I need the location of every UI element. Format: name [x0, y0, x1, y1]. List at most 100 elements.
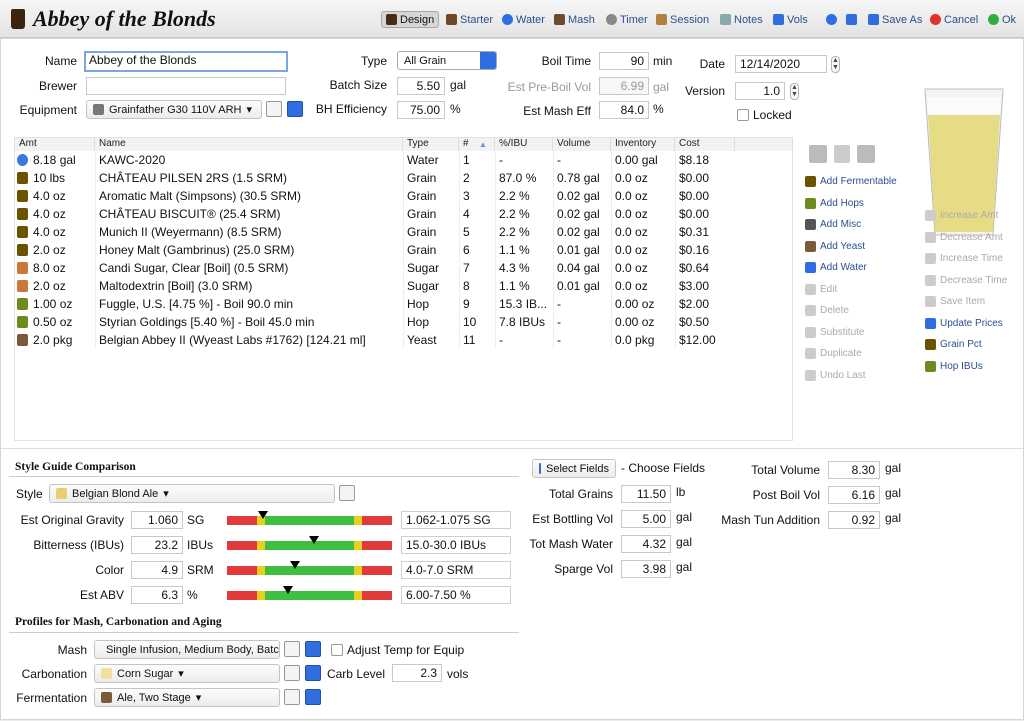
table-row[interactable]: 4.0 oz CHÂTEAU BISCUIT® (25.4 SRM) Grain 4 2… [15, 205, 735, 223]
ingredients-table[interactable]: Amt Name Type # %/IBU Volume Inventory Cost ▲ 8.1… [14, 137, 793, 441]
mash-profile-dropdown[interactable]: Single Infusion, Medium Body, Batch Spar… [94, 640, 280, 659]
toolbar-cancel-button[interactable]: Cancel [930, 11, 978, 28]
action-substitute[interactable]: Substitute [805, 326, 864, 338]
edit-equipment-icon[interactable] [266, 101, 282, 117]
clipboard-toolbar [809, 145, 875, 163]
table-cell-name-text: KAWC-2020 [99, 153, 166, 167]
action-add-yeast[interactable]: Add Yeast [805, 240, 865, 252]
table-row[interactable]: 2.0 oz Honey Malt (Gambrinus) (25.0 SRM) G… [15, 241, 735, 259]
table-row[interactable]: 2.0 oz Maltodextrin [Boil] (3.0 SRM) Sugar… [15, 277, 735, 295]
action-label: Hop IBUs [940, 360, 983, 372]
action-save-item[interactable]: Save Item [925, 296, 985, 307]
table-cell-name: CHÂTEAU PILSEN 2RS (1.5 SRM) [99, 171, 287, 185]
table-cell-name-text: Aromatic Malt (Simpsons) (30.5 SRM) [99, 189, 302, 203]
equipment-dropdown[interactable]: Grainfather G30 110V ARH ▾ [86, 100, 262, 119]
table-cell-num: 7 [463, 261, 470, 275]
action-hop-ibus[interactable]: Hop IBUs [925, 360, 983, 372]
action-add-hops[interactable]: Add Hops [805, 197, 864, 209]
edit-mash-icon[interactable] [284, 641, 300, 657]
style-dropdown[interactable]: Belgian Blond Ale ▾ [49, 484, 335, 503]
column-header[interactable]: Type [403, 138, 459, 151]
action-duplicate[interactable]: Duplicate [805, 348, 862, 359]
table-cell-num: 9 [463, 297, 470, 311]
select-fields-button[interactable]: Select Fields [532, 459, 616, 478]
action-add-water[interactable]: Add Water [805, 262, 867, 273]
cut-icon[interactable] [809, 145, 827, 163]
column-header[interactable]: Inventory [611, 138, 675, 151]
column-header[interactable]: # [459, 138, 495, 151]
action-edit[interactable]: Edit [805, 283, 837, 295]
date-stepper[interactable]: ▲ ▼ [831, 56, 840, 73]
action-decrease-time[interactable]: Decrease Time [925, 274, 1007, 286]
style-range-bar [227, 586, 392, 600]
table-row[interactable]: 0.50 oz Styrian Goldings [5.40 %] - Boil … [15, 313, 735, 331]
toolbar-help-button[interactable] [826, 11, 837, 28]
table-cell-cost: $2.00 [679, 297, 709, 311]
table-cell-type-text: Sugar [407, 261, 440, 275]
action-add-fermentable[interactable]: Add Fermentable [805, 176, 897, 187]
table-row[interactable]: 4.0 oz Aromatic Malt (Simpsons) (30.5 SRM… [15, 187, 735, 205]
bh-efficiency-input[interactable]: 75.00 [397, 101, 445, 119]
action-update-prices[interactable]: Update Prices [925, 317, 1003, 329]
action-delete[interactable]: Delete [805, 305, 849, 316]
action-label: Increase Time [940, 253, 1003, 264]
table-cell-amt: 10 lbs [17, 171, 65, 185]
toolbar-save-button[interactable] [846, 11, 857, 28]
table-row[interactable]: 8.18 gal KAWC-2020 Water 1 - - 0.00 gal $8.18 [15, 151, 735, 169]
column-header[interactable]: Cost [675, 138, 735, 151]
save-mash-icon[interactable] [305, 641, 321, 657]
toolbar-vols-button[interactable]: Vols [773, 11, 808, 28]
table-cell-type-text: Sugar [407, 279, 440, 293]
table-row[interactable]: 2.0 pkg Belgian Abbey II (Wyeast Labs #17… [15, 331, 735, 349]
toolbar-session-button[interactable]: Session [656, 11, 709, 28]
toolbar-notes-button[interactable]: Notes [720, 11, 763, 28]
locked-checkbox[interactable] [737, 109, 749, 121]
action-increase-time[interactable]: Increase Time [925, 253, 1003, 264]
action-grain-pct[interactable]: Grain Pct [925, 339, 982, 350]
version-stepper[interactable]: ▲ ▼ [790, 83, 799, 100]
save-fermentation-icon[interactable] [305, 689, 321, 705]
column-header[interactable]: %/IBU [495, 138, 553, 151]
version-label: Version [684, 84, 725, 98]
table-row[interactable]: 10 lbs CHÂTEAU PILSEN 2RS (1.5 SRM) Grain 2… [15, 169, 735, 187]
name-input[interactable]: Abbey of the Blonds [84, 51, 288, 72]
batch-size-input[interactable]: 5.50 [397, 77, 445, 95]
toolbar-design-button[interactable]: Design [381, 11, 440, 28]
copy-icon[interactable] [834, 145, 850, 163]
date-input[interactable]: 12/14/2020 [735, 55, 827, 73]
toolbar-starter-button[interactable]: Starter [446, 11, 493, 28]
action-decrease-amt[interactable]: Decrease Amt [925, 231, 1003, 243]
column-header[interactable]: Name [95, 138, 403, 151]
paste-icon[interactable] [857, 145, 875, 163]
type-dropdown[interactable]: All Grain [397, 51, 497, 70]
boil-time-input[interactable]: 90 [599, 52, 649, 70]
version-input[interactable]: 1.0 [735, 82, 785, 100]
action-add-misc[interactable]: Add Misc [805, 219, 861, 230]
toolbar-timer-button[interactable]: Timer [606, 11, 648, 28]
table-row[interactable]: 4.0 oz Munich II (Weyermann) (8.5 SRM) Gra… [15, 223, 735, 241]
column-header[interactable]: Amt [15, 138, 95, 151]
table-row[interactable]: 1.00 oz Fuggle, U.S. [4.75 %] - Boil 90.0… [15, 295, 735, 313]
adjust-temp-checkbox[interactable] [331, 644, 343, 656]
action-increase-amt[interactable]: Increase Amt [925, 210, 998, 221]
toolbar-saveas-button[interactable]: Save As [868, 11, 922, 28]
edit-fermentation-icon[interactable] [284, 689, 300, 705]
column-header[interactable]: Volume [553, 138, 611, 151]
field-value: 0.92 [828, 511, 880, 529]
carbonation-dropdown[interactable]: Corn Sugar ▾ [94, 664, 280, 683]
table-row[interactable]: 8.0 oz Candi Sugar, Clear [Boil] (0.5 SRM… [15, 259, 735, 277]
toolbar-water-button[interactable]: Water [502, 11, 545, 28]
toolbar-vols-label: Vols [787, 13, 808, 26]
edit-style-icon[interactable] [339, 485, 355, 501]
brewer-input[interactable] [86, 77, 286, 95]
edit-carbonation-icon[interactable] [284, 665, 300, 681]
fermentation-dropdown[interactable]: Ale, Two Stage ▾ [94, 688, 280, 707]
field-value: 3.98 [621, 560, 671, 578]
toolbar-ok-button[interactable]: Ok [988, 11, 1016, 28]
table-cell-inv: 0.00 oz [615, 297, 654, 311]
save-carbonation-icon[interactable] [305, 665, 321, 681]
carb-level-input[interactable]: 2.3 [392, 664, 442, 682]
recipe-title: Abbey of the Blonds [33, 6, 216, 31]
action-undo-last[interactable]: Undo Last [805, 369, 866, 381]
toolbar-mash-button[interactable]: Mash [554, 11, 595, 28]
